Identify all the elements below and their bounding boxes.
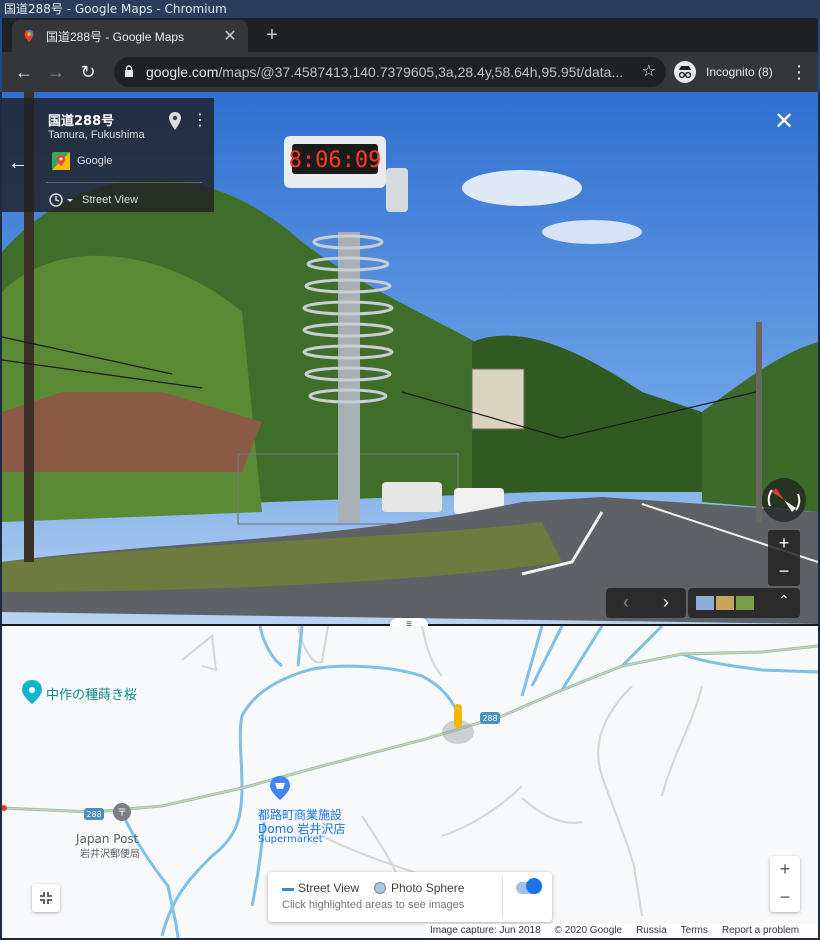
incognito-icon [674, 61, 696, 83]
incognito-label: Incognito (8) [706, 65, 773, 79]
svg-text:〒: 〒 [117, 808, 127, 819]
post-office-pin-icon[interactable]: 〒 [113, 803, 131, 821]
address-bar[interactable]: google.com/maps/@37.4587413,140.7379605,… [114, 57, 666, 87]
filmstrip-thumb[interactable] [736, 596, 754, 610]
map-footer: Image capture: Jun 2018 © 2020 Google Ru… [424, 924, 818, 938]
back-arrow-icon[interactable]: ← [8, 152, 28, 175]
street-view-panorama[interactable]: 8:06:09 ← 国道288号 Tamura, Fukushima ⋮ Goo… [2, 92, 818, 624]
map-legend: Street View Photo Sphere Click highlight… [268, 872, 552, 922]
bookmark-star-icon[interactable]: ☆ [642, 57, 656, 87]
map-zoom-out-button[interactable]: − [770, 884, 800, 912]
legend-separator [502, 876, 503, 918]
route-288-shield: 288 [84, 808, 104, 820]
map-panel[interactable]: 288 288 〒 中作の種蒔き桜 Japan Post 岩井沢郵便局 都路町商… [2, 626, 818, 938]
region-link[interactable]: Russia [636, 924, 667, 938]
image-capture-date: Image capture: Jun 2018 [430, 925, 541, 936]
forward-button[interactable]: → [44, 60, 68, 84]
url-host: google.com [146, 64, 219, 80]
time-travel-icon[interactable] [48, 192, 74, 208]
clock-display: 8:06:09 [289, 148, 382, 173]
copyright: © 2020 Google [554, 925, 623, 936]
poi-cherry-tree-label[interactable]: 中作の種蒔き桜 [46, 684, 137, 703]
legend-photo-sphere: Photo Sphere [391, 881, 465, 895]
supermarket-pin-icon[interactable] [270, 776, 290, 800]
collapse-icon [40, 892, 52, 904]
photo-nav-controls: ‹ › [606, 588, 686, 618]
back-button[interactable]: ← [12, 60, 36, 84]
terms-link[interactable]: Terms [681, 924, 708, 938]
filmstrip-thumb[interactable] [696, 596, 714, 610]
place-subtitle: Tamura, Fukushima [48, 129, 145, 141]
coverage-toggle-knob[interactable] [526, 878, 542, 894]
expand-filmstrip-icon[interactable]: ⌃ [778, 592, 790, 609]
report-problem-link[interactable]: Report a problem [722, 924, 799, 938]
card-divider [46, 182, 202, 183]
pegman-icon[interactable] [454, 704, 462, 728]
sv-zoom-out-button[interactable]: − [768, 558, 800, 586]
browser-chrome: 国道288号 - Google Maps ✕ + ← → ↻ google.co… [0, 18, 820, 92]
poi-post-office-label[interactable]: Japan Post [76, 832, 138, 846]
browser-menu-icon[interactable]: ⋮ [790, 60, 808, 84]
route-288-shield: 288 [480, 712, 500, 724]
google-maps-logo-icon [52, 152, 70, 170]
next-photo-button[interactable]: › [656, 592, 676, 613]
more-options-icon[interactable]: ⋮ [192, 110, 208, 130]
place-info-card: ← 国道288号 Tamura, Fukushima ⋮ Google Stre… [2, 98, 214, 212]
prev-photo-button[interactable]: ‹ [616, 592, 636, 613]
close-street-view-button[interactable]: ✕ [772, 110, 796, 134]
map-zoom-in-button[interactable]: + [770, 856, 800, 884]
new-tab-button[interactable]: + [260, 24, 284, 48]
location-pin-icon[interactable] [168, 112, 182, 130]
reload-button[interactable]: ↻ [76, 60, 100, 84]
window-title: 国道288号 - Google Maps - Chromium [0, 0, 820, 18]
street-view-line-icon [282, 888, 294, 891]
url-path: /maps/@37.4587413,140.7379605,3a,28.4y,5… [218, 64, 624, 80]
maps-favicon-icon [24, 30, 34, 42]
cherry-tree-pin-icon[interactable] [22, 680, 42, 704]
lock-icon [125, 65, 133, 77]
street-view-zoom-controls: + − [768, 530, 800, 586]
poi-supermarket-type: Supermarket [258, 834, 323, 845]
incognito-indicator[interactable]: Incognito (8) [674, 60, 773, 84]
legend-street-view: Street View [298, 881, 360, 895]
browser-toolbar: ← → ↻ google.com/maps/@37.4587413,140.73… [2, 52, 818, 92]
legend-hint: Click highlighted areas to see images [282, 899, 465, 911]
street-view-mode-label: Street View [82, 194, 139, 206]
photo-sphere-dot-icon [374, 882, 386, 894]
filmstrip-thumb[interactable] [716, 596, 734, 610]
collapse-map-button[interactable] [32, 884, 60, 912]
browser-tab[interactable]: 国道288号 - Google Maps ✕ [12, 20, 248, 52]
photo-filmstrip[interactable]: ⌃ [688, 588, 800, 618]
place-title: 国道288号 [48, 114, 115, 129]
sv-zoom-in-button[interactable]: + [768, 530, 800, 558]
svg-text:288: 288 [86, 810, 101, 819]
tab-title: 国道288号 - Google Maps [46, 29, 185, 44]
poi-post-office-ja-label[interactable]: 岩井沢郵便局 [80, 845, 140, 860]
provider-label: Google [77, 155, 113, 167]
map-zoom-controls: + − [770, 856, 800, 912]
compass-icon[interactable] [762, 478, 806, 522]
svg-text:288: 288 [482, 714, 497, 723]
tab-close-icon[interactable]: ✕ [222, 26, 238, 46]
